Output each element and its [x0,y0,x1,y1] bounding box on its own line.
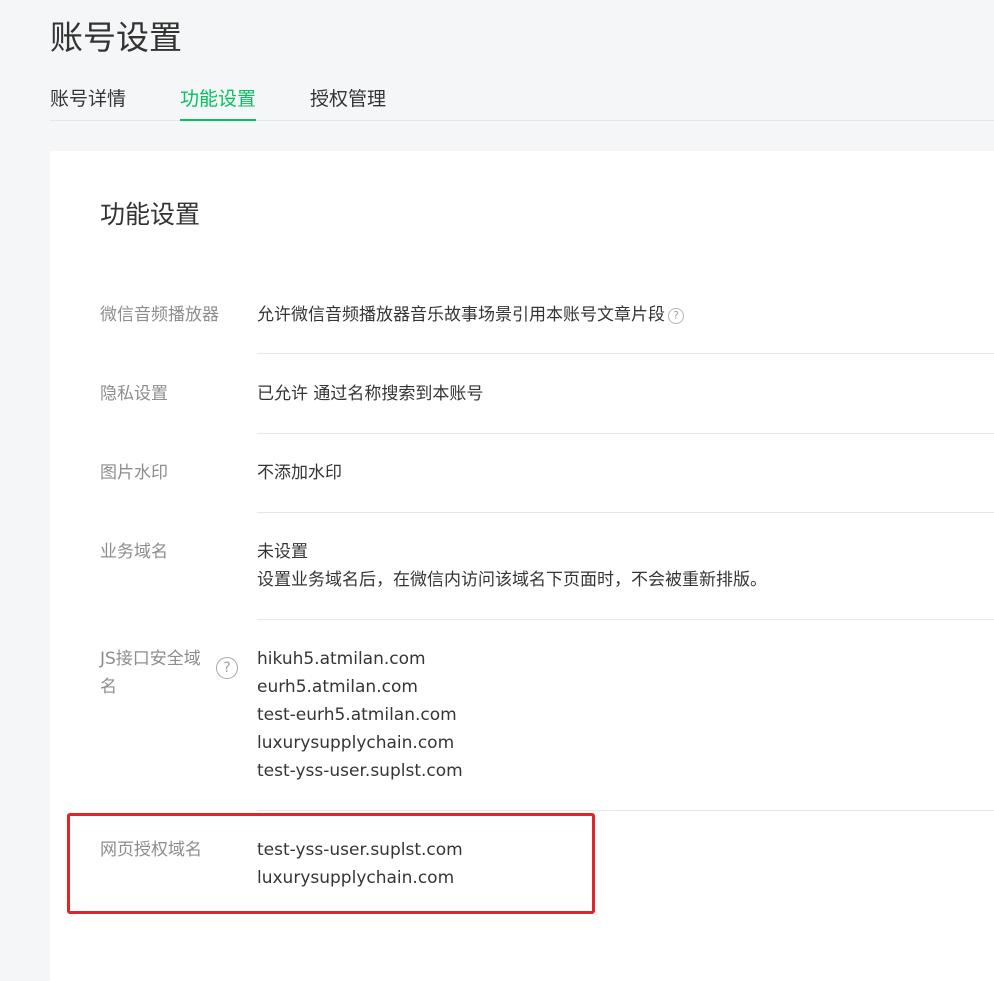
tab-bar: 账号详情 功能设置 授权管理 [50,78,994,121]
settings-card: 功能设置 微信音频播放器 允许微信音频播放器音乐故事场景引用本账号文章片段? 隐… [50,151,994,981]
setting-value: 已允许 通过名称搜索到本账号 [257,380,994,408]
setting-value-line: 允许微信音频播放器音乐故事场景引用本账号文章片段 [257,305,665,325]
setting-label: 隐私设置 [100,384,168,404]
setting-label: JS接口安全域名 [100,649,201,697]
setting-value-line: 已允许 通过名称搜索到本账号 [257,384,484,404]
setting-value: 未设置 设置业务域名后，在微信内访问该域名下页面时，不会被重新排版。 [257,538,994,594]
setting-label: 网页授权域名 [100,840,202,860]
page-title: 账号设置 [50,18,182,57]
domain-item: test-yss-user.suplst.com [257,761,463,781]
setting-description: 设置业务域名后，在微信内访问该域名下页面时，不会被重新排版。 [257,570,767,590]
domain-item: luxurysupplychain.com [257,733,455,753]
row-divider [257,512,994,513]
row-divider [257,353,994,354]
tab-feature-settings[interactable]: 功能设置 [180,78,257,121]
tab-account-details[interactable]: 账号详情 [50,78,126,120]
setting-value-line: 不添加水印 [257,463,342,483]
domain-item: hikuh5.atmilan.com [257,649,426,669]
domain-item: luxurysupplychain.com [257,868,455,888]
setting-value: 不添加水印 [257,459,994,487]
domain-item: test-eurh5.atmilan.com [257,705,457,725]
domain-item: eurh5.atmilan.com [257,677,418,697]
row-divider [257,619,994,620]
section-title: 功能设置 [100,200,201,229]
tab-authorization-management[interactable]: 授权管理 [310,78,386,120]
domain-item: test-yss-user.suplst.com [257,840,463,860]
setting-value: 允许微信音频播放器音乐故事场景引用本账号文章片段? [257,301,994,329]
question-circle-icon[interactable]: ? [668,308,684,324]
row-divider [257,810,994,811]
setting-label: 图片水印 [100,463,168,483]
setting-label: 微信音频播放器 [100,305,219,325]
setting-label: 业务域名 [100,542,168,562]
setting-value-line: 未设置 [257,542,308,562]
question-circle-icon[interactable]: ? [216,657,238,679]
setting-value: hikuh5.atmilan.com eurh5.atmilan.com tes… [257,645,994,785]
row-divider [257,433,994,434]
setting-value: test-yss-user.suplst.com luxurysupplycha… [257,836,994,892]
